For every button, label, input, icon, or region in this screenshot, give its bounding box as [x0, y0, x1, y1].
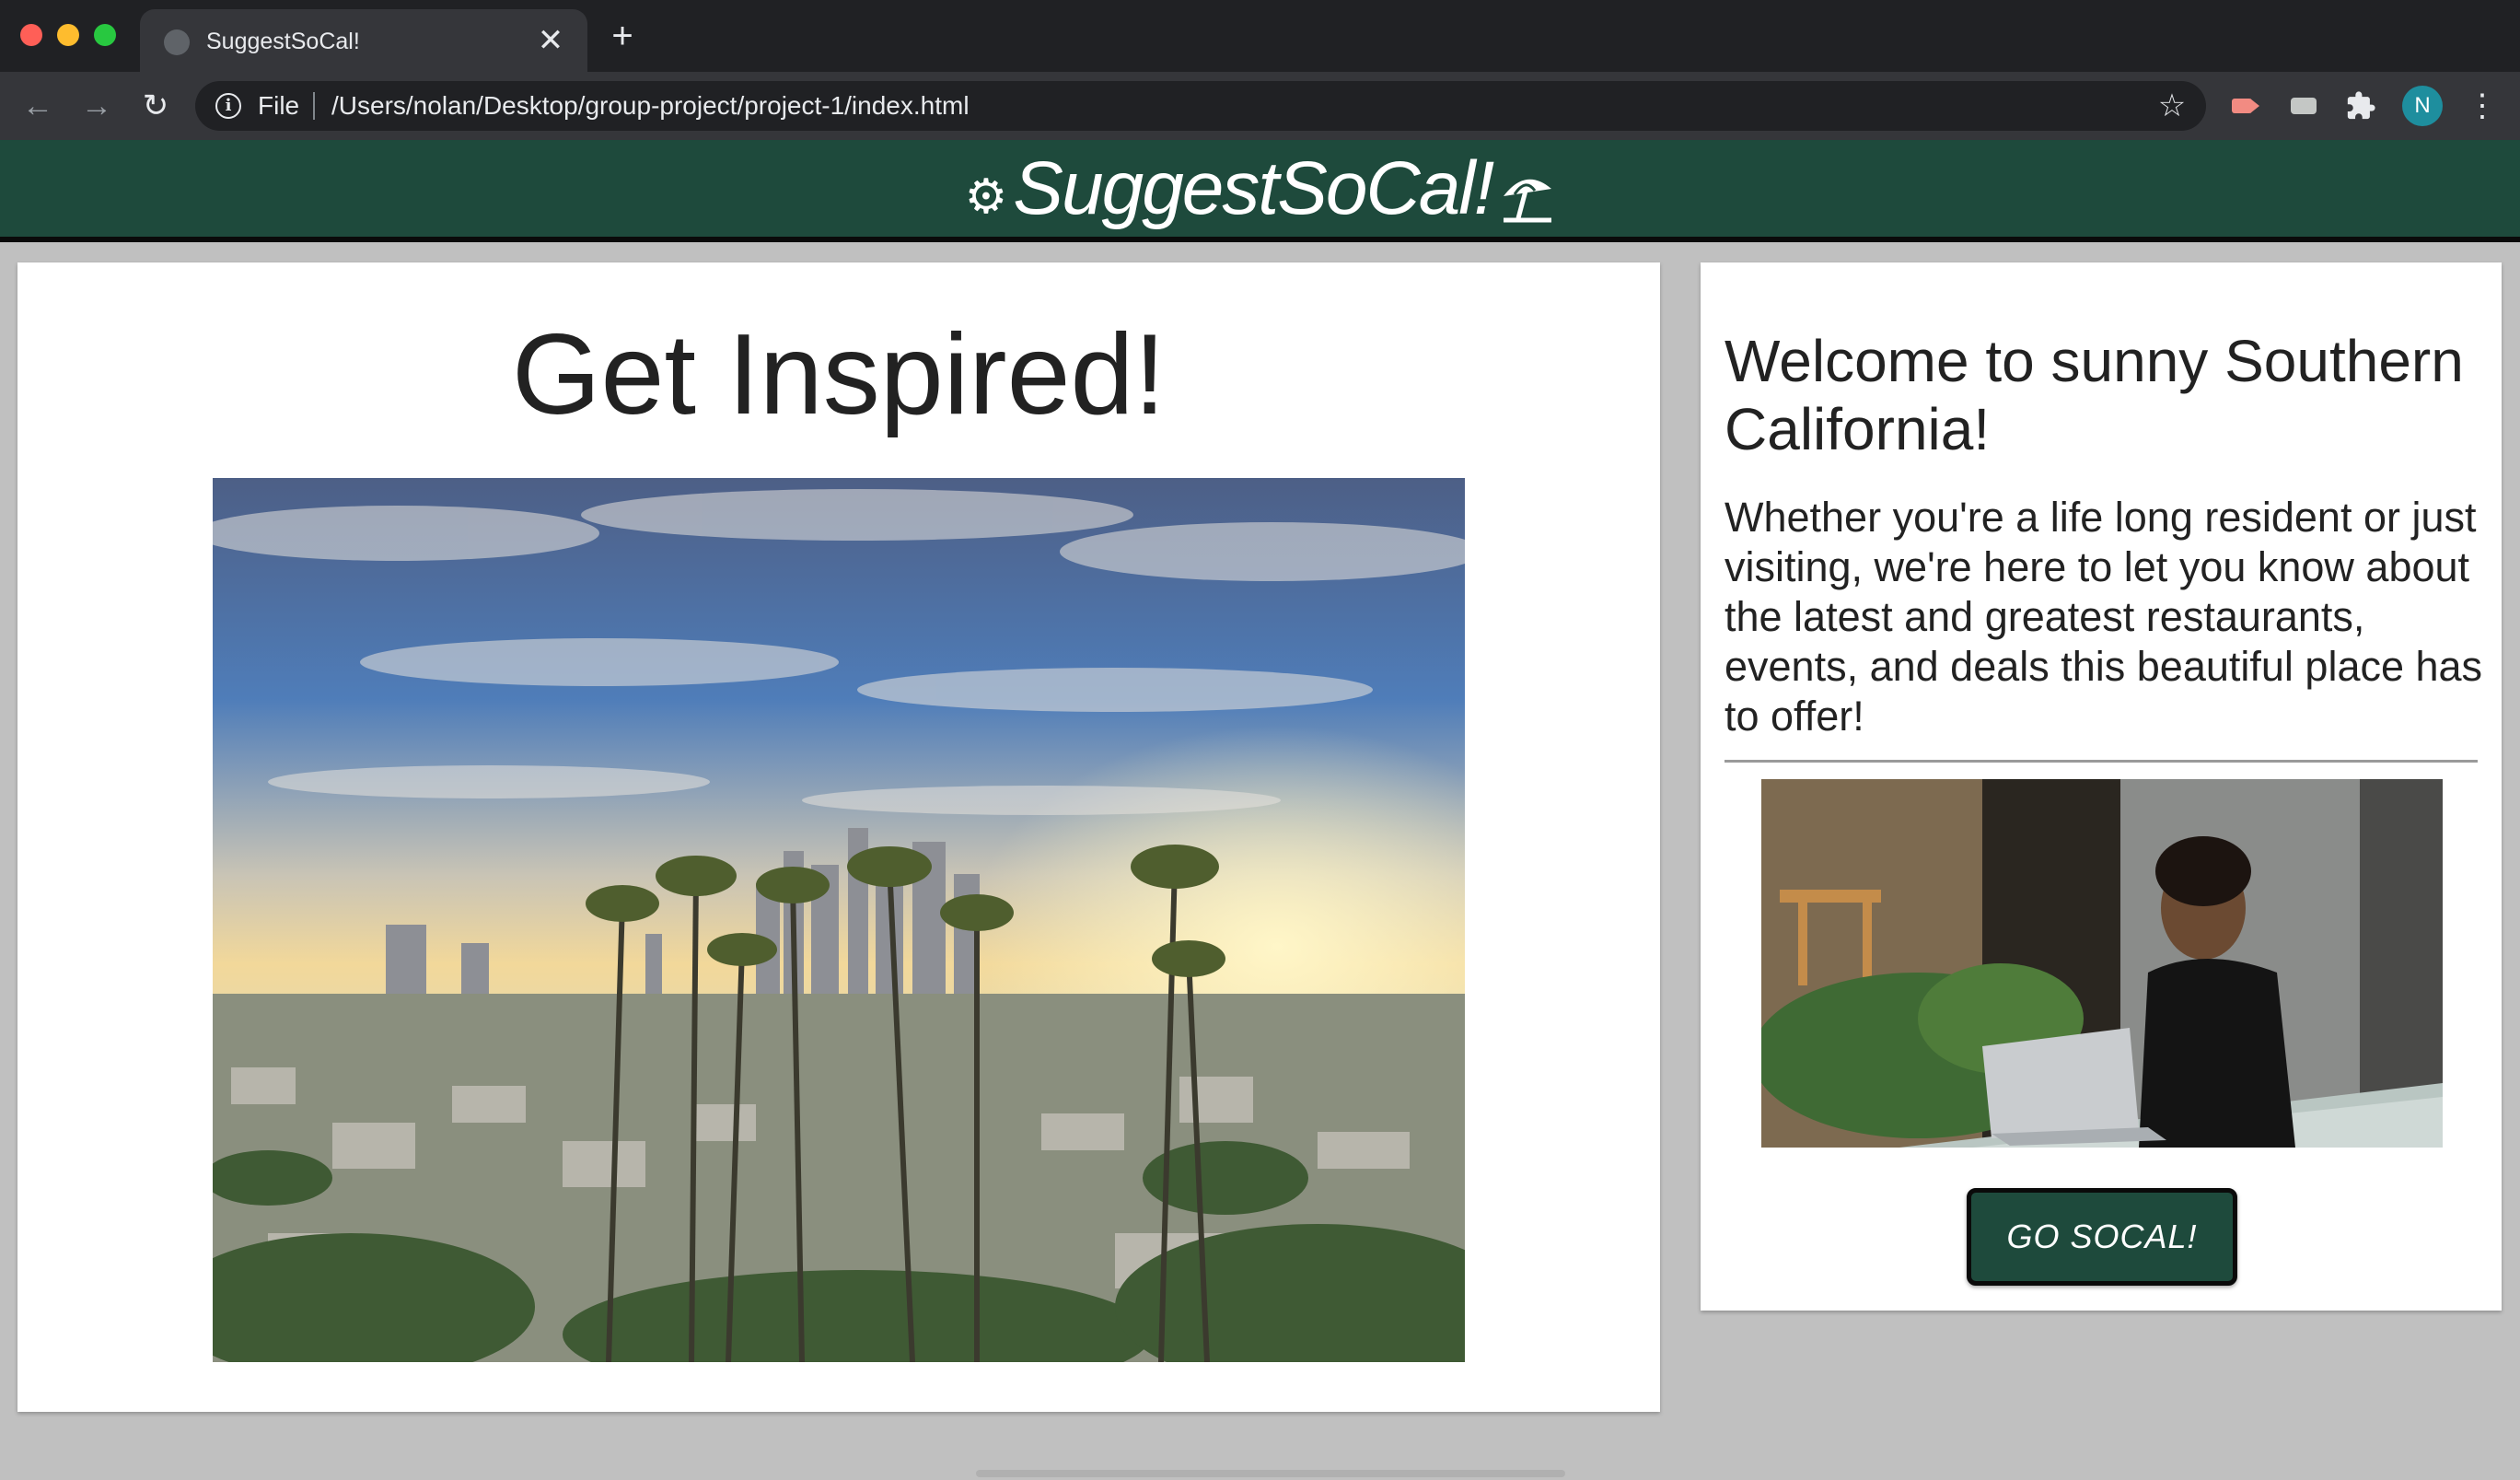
page-scrollbar[interactable] [976, 1470, 1565, 1477]
site-header: ⚙ SuggestSoCal! [0, 140, 2520, 242]
minimize-window-button[interactable] [57, 24, 79, 46]
address-divider [313, 92, 315, 120]
close-tab-icon[interactable]: ✕ [532, 22, 569, 59]
welcome-heading: Welcome to sunny Southern California! [1725, 328, 2464, 462]
brand-name: SuggestSoCal! [1013, 146, 1494, 230]
brand-logo[interactable]: ⚙ SuggestSoCal! [0, 140, 2520, 237]
screen-record-extension-icon[interactable] [2226, 87, 2263, 124]
divider [1725, 760, 2478, 763]
bookmark-star-icon[interactable]: ☆ [2154, 88, 2189, 123]
info-icon[interactable]: i [215, 93, 241, 119]
back-arrow-icon[interactable]: ← [17, 85, 59, 127]
browser-toolbar: ← → ↻ i File /Users/nolan/Desktop/group-… [0, 72, 2520, 140]
maximize-window-button[interactable] [94, 24, 116, 46]
extension-icon[interactable] [2285, 87, 2322, 124]
url-text[interactable]: /Users/nolan/Desktop/group-project/proje… [331, 92, 970, 120]
beach-umbrella-icon [1498, 170, 1555, 226]
profile-avatar[interactable]: N [2402, 86, 2443, 126]
gear-icon: ⚙ [964, 169, 1008, 224]
browser-tab-strip: SuggestSoCal! ✕ + [0, 0, 2520, 72]
kebab-menu-icon[interactable]: ⋮ [2464, 86, 2501, 126]
inspiration-card: Get Inspired! [17, 262, 1660, 1412]
welcome-card: Welcome to sunny Southern California! Wh… [1701, 262, 2502, 1311]
close-window-button[interactable] [20, 24, 42, 46]
tab-title: SuggestSoCal! [206, 29, 360, 54]
url-scheme-label: File [258, 91, 300, 120]
browser-tab[interactable]: SuggestSoCal! ✕ [140, 9, 587, 72]
new-tab-button[interactable]: + [604, 17, 641, 55]
welcome-text: Whether you're a life long resident or j… [1725, 494, 2483, 740]
globe-icon [164, 29, 190, 55]
puzzle-icon[interactable] [2342, 87, 2379, 124]
go-socal-button[interactable]: GO SOCAL! [1967, 1188, 2237, 1286]
los-angeles-skyline-image [213, 478, 1465, 1362]
forward-arrow-icon[interactable]: → [75, 85, 118, 127]
reload-icon[interactable]: ↻ [134, 85, 177, 127]
address-bar[interactable]: i File /Users/nolan/Desktop/group-projec… [195, 81, 2206, 131]
page-title: Get Inspired! [512, 311, 1166, 438]
woman-on-laptop-image [1761, 779, 2443, 1148]
